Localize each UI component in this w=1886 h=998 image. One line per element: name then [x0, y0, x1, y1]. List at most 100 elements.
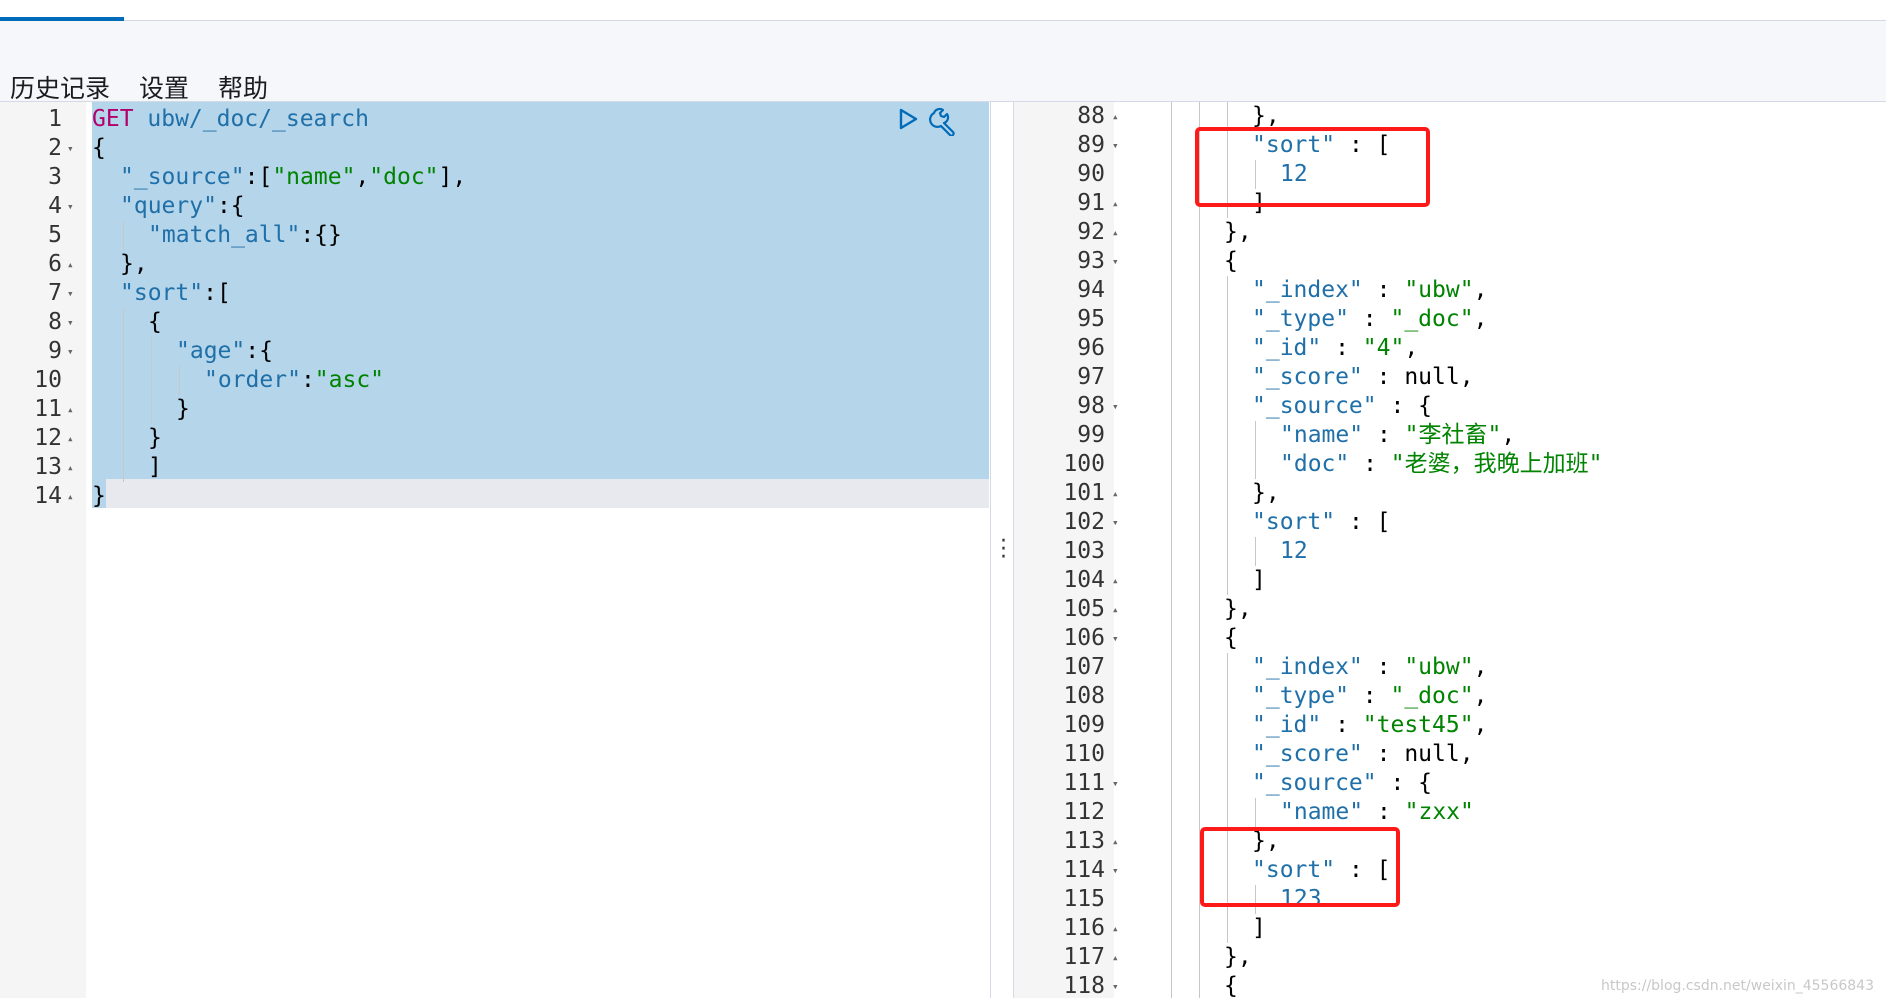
fold-open-icon[interactable]: ▾: [1112, 131, 1119, 160]
line-number: 89: [1077, 132, 1105, 158]
code-token: "doc": [369, 164, 439, 190]
indent-guide: [1255, 450, 1256, 479]
play-icon[interactable]: [896, 107, 920, 131]
fold-open-icon[interactable]: ▾: [1112, 856, 1119, 885]
indent-guide: [1227, 276, 1228, 305]
code-token: }: [92, 483, 106, 509]
code-token: "query": [120, 193, 217, 219]
fold-open-icon[interactable]: ▾: [1112, 392, 1119, 421]
response-output[interactable]: 88 ▴}, 89 ▾ "sort" : [90 12 91 ▴] 92 ▴}, 93 ▾ {94 "_i…: [1014, 102, 1886, 998]
code-line: {: [1224, 972, 1238, 998]
line-number: 5: [48, 222, 62, 248]
fold-close-icon[interactable]: ▴: [67, 395, 74, 424]
code-line: "_index" : "ubw",: [1252, 653, 1487, 682]
code-token: {: [1224, 625, 1238, 651]
fold-close-icon[interactable]: ▴: [1112, 595, 1119, 624]
line-number: 100: [1063, 451, 1105, 477]
code-token: ]: [148, 454, 162, 480]
code-token: {: [92, 135, 106, 161]
sort-highlight-box: [1195, 127, 1430, 207]
fold-open-icon[interactable]: ▾: [1112, 247, 1119, 276]
code-token: :: [1363, 799, 1405, 825]
fold-open-icon[interactable]: ▾: [1112, 624, 1119, 653]
fold-close-icon[interactable]: ▴: [1112, 914, 1119, 943]
code-token: :[: [203, 280, 231, 306]
indent-guide: [1199, 479, 1200, 508]
indent-guide: [1227, 392, 1228, 421]
indent-guide: [1171, 131, 1172, 160]
code-token: ,: [1473, 712, 1488, 738]
code-token: "李社畜": [1404, 422, 1502, 448]
indent-guide: [1255, 537, 1256, 566]
code-token: "order": [204, 367, 301, 393]
active-line-highlight: [106, 479, 989, 508]
fold-open-icon[interactable]: ▾: [67, 192, 74, 221]
fold-open-icon[interactable]: ▾: [1112, 769, 1119, 798]
indent-guide: [123, 424, 124, 453]
indent-guide: [1171, 479, 1172, 508]
fold-close-icon[interactable]: ▴: [1112, 943, 1119, 972]
line-number: 14: [34, 483, 62, 509]
code-token: ,: [1473, 306, 1488, 332]
code-line: {: [1224, 624, 1238, 653]
line-number: 110: [1063, 741, 1105, 767]
line-number: 114: [1063, 857, 1105, 883]
fold-close-icon[interactable]: ▴: [1112, 189, 1119, 218]
fold-open-icon[interactable]: ▾: [1112, 508, 1119, 537]
indent-guide: [1227, 334, 1228, 363]
fold-close-icon[interactable]: ▴: [67, 250, 74, 279]
indent-guide: [1171, 276, 1172, 305]
menu-settings[interactable]: 设置: [139, 69, 189, 105]
indent-guide: [123, 453, 124, 482]
fold-close-icon[interactable]: ▴: [1112, 566, 1119, 595]
code-token: "name": [272, 164, 356, 190]
code-token: 12: [1280, 538, 1308, 564]
fold-close-icon[interactable]: ▴: [67, 482, 74, 511]
code-token: {: [148, 309, 162, 335]
code-line: ]: [148, 453, 162, 482]
code-token: "_score": [1252, 741, 1363, 767]
indent-guide: [1199, 537, 1200, 566]
indent-guide: [123, 395, 124, 424]
fold-close-icon[interactable]: ▴: [1112, 102, 1119, 131]
code-line: ]: [1252, 914, 1266, 943]
indent-guide: [123, 308, 124, 337]
fold-close-icon[interactable]: ▴: [1112, 218, 1119, 247]
indent-guide: [1171, 508, 1172, 537]
indent-guide: [1171, 160, 1172, 189]
fold-close-icon[interactable]: ▴: [67, 424, 74, 453]
code-token: "老婆，我晚上加班": [1390, 451, 1603, 477]
indent-guide: [1199, 247, 1200, 276]
menu-help[interactable]: 帮助: [218, 69, 268, 105]
fold-close-icon[interactable]: ▴: [1112, 827, 1119, 856]
fold-close-icon[interactable]: ▴: [1112, 479, 1119, 508]
panel-resize-handle[interactable]: · · ·: [990, 102, 1014, 998]
indent-guide: [1199, 624, 1200, 653]
wrench-icon[interactable]: [928, 106, 958, 136]
request-editor[interactable]: 1 GET ubw/_doc/_search 2 ▾{3 "_source":["nam…: [0, 102, 990, 998]
code-token: ,: [1473, 683, 1488, 709]
fold-close-icon[interactable]: ▴: [67, 453, 74, 482]
indent-guide: [1171, 247, 1172, 276]
indent-guide: [1171, 537, 1172, 566]
fold-open-icon[interactable]: ▾: [67, 134, 74, 163]
code-token: : {: [1376, 770, 1433, 796]
line-number: 113: [1063, 828, 1105, 854]
menu-history[interactable]: 历史记录: [10, 69, 110, 105]
code-token: "match_all": [148, 222, 301, 248]
fold-open-icon[interactable]: ▾: [67, 279, 74, 308]
fold-open-icon[interactable]: ▾: [67, 337, 74, 366]
code-token: },: [1252, 480, 1280, 506]
line-number: 92: [1077, 219, 1105, 245]
code-token: :: [1363, 422, 1405, 448]
fold-open-icon[interactable]: ▾: [1112, 972, 1119, 998]
indent-guide: [1199, 943, 1200, 972]
indent-guide: [1227, 682, 1228, 711]
fold-open-icon[interactable]: ▾: [67, 308, 74, 337]
line-number: 8: [48, 309, 62, 335]
indent-guide: [1171, 885, 1172, 914]
line-number: 94: [1077, 277, 1105, 303]
indent-guide: [1171, 189, 1172, 218]
code-line: }: [176, 395, 190, 424]
indent-guide: [1199, 363, 1200, 392]
